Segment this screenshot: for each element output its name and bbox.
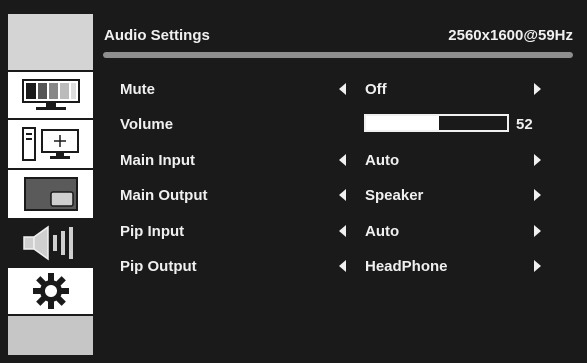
arrow-right-icon[interactable]: [534, 260, 541, 272]
sidebar-header: [8, 14, 93, 72]
setting-value: Off: [365, 81, 387, 98]
arrow-right-icon[interactable]: [534, 189, 541, 201]
setting-label: Main Input: [120, 152, 195, 169]
setting-label: Main Output: [120, 187, 208, 204]
setting-value: Auto: [365, 223, 400, 240]
volume-value: 52: [516, 116, 533, 133]
arrow-left-icon[interactable]: [339, 83, 346, 95]
arrow-left-icon[interactable]: [339, 189, 346, 201]
resolution-readout: 2560x1600@59Hz: [448, 27, 573, 44]
header-divider: [103, 52, 573, 58]
picture-in-picture-icon: [23, 176, 79, 212]
volume-slider-fill: [366, 116, 440, 130]
setting-row-pip-input[interactable]: Pip Input Auto: [120, 217, 550, 247]
arrow-left-icon[interactable]: [339, 154, 346, 166]
setting-label: Pip Output: [120, 258, 197, 275]
setting-value: HeadPhone: [365, 258, 448, 275]
sidebar-empty: [8, 316, 93, 355]
setting-value: Auto: [365, 152, 400, 169]
sidebar-tab-settings[interactable]: [8, 268, 93, 316]
speaker-icon: [20, 223, 82, 263]
sidebar-tab-audio[interactable]: [8, 220, 93, 268]
sidebar-panel: [8, 14, 93, 355]
page-title: Audio Settings: [104, 27, 210, 44]
osd-menu: Audio Settings 2560x1600@59Hz Mute Off V…: [0, 0, 587, 363]
setting-row-volume[interactable]: Volume 52: [120, 110, 550, 140]
arrow-right-icon[interactable]: [534, 225, 541, 237]
setting-label: Volume: [120, 116, 174, 133]
sidebar-tab-picture[interactable]: [8, 72, 93, 120]
arrow-left-icon[interactable]: [339, 225, 346, 237]
monitor-bars-icon: [21, 78, 81, 112]
sidebar-tab-display[interactable]: [8, 120, 93, 170]
arrow-right-icon[interactable]: [534, 154, 541, 166]
volume-slider[interactable]: [364, 114, 509, 132]
gear-icon: [29, 271, 73, 311]
setting-value: Speaker: [365, 187, 424, 204]
setting-label: Pip Input: [120, 223, 185, 240]
setting-row-mute[interactable]: Mute Off: [120, 75, 550, 105]
arrow-left-icon[interactable]: [339, 260, 346, 272]
setting-label: Mute: [120, 81, 155, 98]
setting-row-main-output[interactable]: Main Output Speaker: [120, 181, 550, 211]
pc-monitor-icon: [20, 124, 82, 164]
setting-row-main-input[interactable]: Main Input Auto: [120, 146, 550, 176]
sidebar-tab-pip[interactable]: [8, 170, 93, 220]
arrow-right-icon[interactable]: [534, 83, 541, 95]
setting-row-pip-output[interactable]: Pip Output HeadPhone: [120, 252, 550, 282]
